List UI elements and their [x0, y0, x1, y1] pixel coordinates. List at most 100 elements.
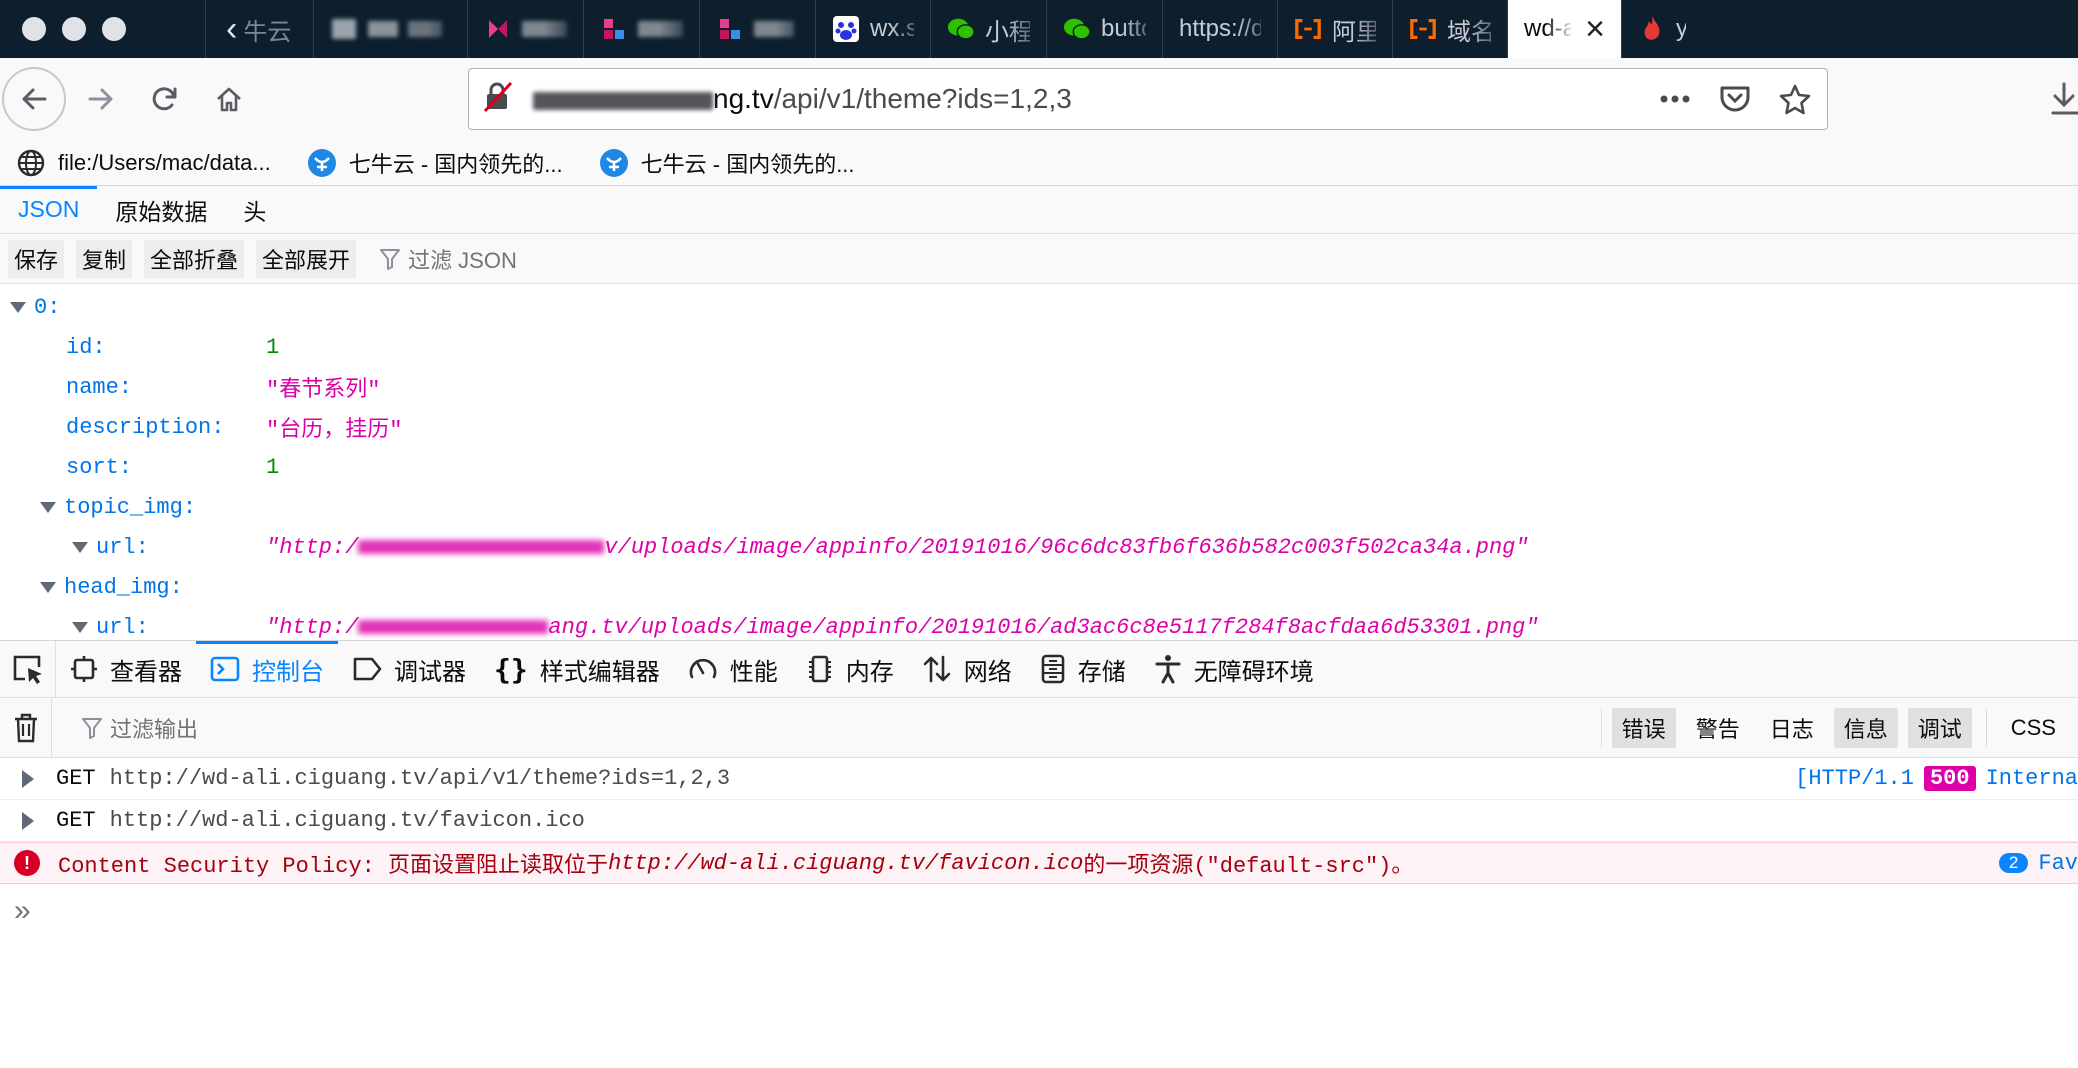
browser-tab[interactable]: [584, 0, 700, 58]
filter-logs-toggle[interactable]: 日志: [1760, 708, 1824, 748]
collapse-all-button[interactable]: 全部折叠: [144, 239, 245, 278]
json-filter-input[interactable]: 过滤 JSON: [380, 243, 517, 275]
json-node-topic-img[interactable]: topic_img:: [40, 492, 196, 522]
tab-memory[interactable]: 内存: [792, 641, 908, 697]
minimize-window-button[interactable]: [62, 17, 86, 41]
memory-icon: [808, 655, 831, 683]
json-row[interactable]: url: "http:/ang.tv/uploads/image/appinfo…: [72, 612, 1972, 640]
tab-debugger[interactable]: 调试器: [338, 641, 480, 697]
forward-button[interactable]: [72, 70, 130, 128]
close-window-button[interactable]: [22, 17, 46, 41]
tab-accessibility[interactable]: 无障碍环境: [1140, 641, 1328, 697]
tab-performance[interactable]: 性能: [674, 641, 792, 697]
request-method: GET: [56, 808, 96, 833]
json-value: 1: [266, 454, 280, 480]
expand-triangle-icon: [40, 581, 56, 593]
error-text-suffix: 的一项资源("default-src")。: [1083, 854, 1414, 879]
save-button[interactable]: 保存: [8, 239, 65, 278]
request-status: [HTTP/1.1 500 Interna: [1795, 766, 2078, 791]
maximize-window-button[interactable]: [102, 17, 126, 41]
tab-json[interactable]: JSON: [0, 186, 98, 233]
baidu-icon: [832, 15, 860, 43]
tab-style-editor[interactable]: {} 样式编辑器: [480, 641, 674, 697]
browser-tab[interactable]: yyi: [1622, 0, 1702, 58]
json-key: id:: [66, 334, 106, 360]
browser-tab[interactable]: 阿里云: [1278, 0, 1393, 58]
home-button[interactable]: [200, 70, 258, 128]
console-input-prompt[interactable]: »: [14, 894, 31, 928]
json-row[interactable]: sort: 1: [66, 452, 1966, 482]
filter-warnings-toggle[interactable]: 警告: [1686, 708, 1750, 748]
tab-scroll-left[interactable]: ‹ 牛云: [206, 0, 314, 58]
source-link[interactable]: Fav: [2038, 851, 2078, 876]
browser-tab[interactable]: [468, 0, 584, 58]
style-editor-icon: {}: [494, 652, 528, 686]
filter-css-toggle[interactable]: CSS: [2001, 711, 2066, 745]
navigation-bar: ng.tv/api/v1/theme?ids=1,2,3: [0, 58, 2078, 140]
tab-console[interactable]: 控制台: [196, 641, 338, 697]
expand-triangle-icon[interactable]: [22, 769, 34, 788]
json-row[interactable]: name: "春节系列": [66, 372, 1966, 404]
browser-tab-bar: ‹ 牛云 wx.set: [0, 0, 2078, 58]
error-url[interactable]: http://wd-ali.ciguang.tv/favicon.ico: [608, 851, 1083, 876]
copy-button[interactable]: 复制: [76, 239, 133, 278]
tab-headers[interactable]: 头: [225, 186, 284, 233]
clear-console-button[interactable]: [0, 698, 52, 757]
home-icon: [217, 87, 241, 112]
request-url[interactable]: http://wd-ali.ciguang.tv/favicon.ico: [110, 808, 585, 833]
url-text[interactable]: ng.tv/api/v1/theme?ids=1,2,3: [533, 83, 1659, 115]
reload-button[interactable]: [136, 70, 194, 128]
browser-tab[interactable]: [314, 0, 468, 58]
json-value-url: "http:/v/uploads/image/appinfo/20191016/…: [266, 534, 1529, 560]
repeat-count-badge: 2: [1998, 853, 2029, 873]
browser-tab[interactable]: [700, 0, 816, 58]
address-bar[interactable]: ng.tv/api/v1/theme?ids=1,2,3: [468, 68, 1828, 130]
json-key: description:: [66, 414, 225, 440]
bookmark-item[interactable]: file:/Users/mac/data...: [16, 148, 271, 178]
tab-storage[interactable]: 存储: [1026, 641, 1140, 697]
trash-icon: [14, 713, 37, 742]
tab-network[interactable]: 网络: [908, 641, 1026, 697]
expand-triangle-icon: [10, 301, 26, 313]
filter-errors-toggle[interactable]: 错误: [1611, 707, 1676, 748]
expand-triangle-icon: [72, 621, 88, 633]
bookmark-item[interactable]: 七牛云 - 国内领先的...: [307, 147, 563, 179]
browser-tab[interactable]: wx.set: [816, 0, 931, 58]
tab-inspector[interactable]: 查看器: [56, 641, 196, 697]
back-button[interactable]: [2, 67, 66, 131]
insecure-lock-icon[interactable]: [483, 81, 519, 118]
json-row[interactable]: id: 1: [66, 332, 1966, 362]
expand-triangle-icon: [40, 501, 56, 513]
bookmark-star-icon[interactable]: [1779, 83, 1811, 115]
browser-tab[interactable]: 域名控: [1393, 0, 1508, 58]
browser-tab-active[interactable]: wd-ali.c ×: [1508, 0, 1622, 58]
browser-tab[interactable]: button: [1047, 0, 1163, 58]
json-key: head_img:: [64, 574, 183, 600]
close-tab-icon[interactable]: ×: [1585, 12, 1605, 46]
error-text-prefix: Content Security Policy: 页面设置阻止读取位于: [58, 854, 609, 879]
json-node-root[interactable]: 0:: [10, 292, 60, 322]
filter-placeholder: 过滤 JSON: [408, 247, 517, 273]
tab-raw-data[interactable]: 原始数据: [97, 186, 225, 233]
console-message-request[interactable]: GET http://wd-ali.ciguang.tv/api/v1/them…: [0, 758, 2078, 800]
console-message-request[interactable]: GET http://wd-ali.ciguang.tv/favicon.ico: [0, 800, 2078, 842]
pocket-icon[interactable]: [1719, 84, 1751, 114]
element-picker-button[interactable]: [0, 641, 56, 697]
expand-triangle-icon[interactable]: [22, 811, 34, 830]
performance-icon: [689, 658, 716, 679]
browser-tab[interactable]: https://dev: [1163, 0, 1278, 58]
window-controls: [0, 0, 206, 58]
json-node-head-img[interactable]: head_img:: [40, 572, 183, 602]
filter-debug-toggle[interactable]: 调试: [1907, 707, 1972, 748]
console-message-error[interactable]: ! Content Security Policy: 页面设置阻止读取位于 ht…: [0, 842, 2078, 884]
page-actions-icon[interactable]: [1659, 94, 1691, 104]
json-row[interactable]: url: "http:/v/uploads/image/appinfo/2019…: [72, 532, 1972, 562]
filter-info-toggle[interactable]: 信息: [1833, 707, 1898, 748]
download-icon[interactable]: [2050, 82, 2078, 116]
expand-all-button[interactable]: 全部展开: [256, 239, 357, 278]
bookmark-item[interactable]: 七牛云 - 国内领先的...: [599, 147, 855, 179]
browser-tab[interactable]: 小程序: [931, 0, 1047, 58]
request-url[interactable]: http://wd-ali.ciguang.tv/api/v1/theme?id…: [110, 766, 731, 791]
json-row[interactable]: description: "台历，挂历": [66, 412, 1966, 444]
console-filter-input[interactable]: 过滤输出: [82, 712, 1601, 744]
